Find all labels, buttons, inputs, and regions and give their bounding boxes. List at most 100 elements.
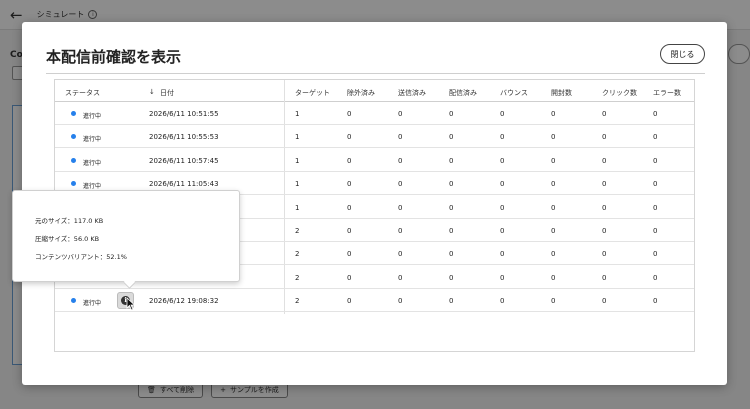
status-dot bbox=[71, 181, 76, 187]
header-target[interactable]: ターゲット bbox=[295, 88, 330, 98]
clicks-cell: 0 bbox=[602, 156, 607, 165]
bounce-cell: 0 bbox=[500, 110, 505, 118]
opens-cell: 0 bbox=[551, 110, 556, 118]
excluded-cell: 0 bbox=[347, 227, 352, 235]
target-cell: 1 bbox=[295, 133, 300, 142]
header-errors[interactable]: エラー数 bbox=[653, 88, 681, 98]
opens-cell: 0 bbox=[551, 180, 556, 189]
errors-cell: 0 bbox=[653, 273, 658, 282]
clicks-cell: 0 bbox=[602, 180, 607, 189]
clicks-cell: 0 bbox=[602, 133, 607, 142]
table-header: ステータス ↓ 日付 ターゲット 除外済み 送信済み 配信済み バウンス 開封数… bbox=[55, 80, 694, 102]
bounce-cell: 0 bbox=[500, 180, 505, 189]
delivered-cell: 0 bbox=[449, 156, 454, 165]
status-label: 進行中 bbox=[83, 113, 102, 120]
original-size: 元のサイズ：117.0 KB bbox=[35, 217, 104, 225]
close-button[interactable]: 閉じる bbox=[660, 44, 705, 64]
delivered-cell: 0 bbox=[449, 227, 454, 235]
header-date[interactable]: 日付 bbox=[160, 88, 174, 98]
clicks-cell: 0 bbox=[602, 273, 607, 282]
opens-cell: 0 bbox=[551, 297, 556, 306]
target-cell: 2 bbox=[295, 273, 300, 282]
bounce-cell: 0 bbox=[500, 227, 505, 235]
excluded-cell: 0 bbox=[347, 133, 352, 142]
bounce-cell: 0 bbox=[500, 273, 505, 282]
target-cell: 1 bbox=[295, 156, 300, 165]
table-row[interactable]: 進行中 2026/6/11 10:51:55 1 0 0 0 0 0 0 0 bbox=[55, 102, 694, 125]
delivered-cell: 0 bbox=[449, 110, 454, 118]
errors-cell: 0 bbox=[653, 250, 658, 259]
divider bbox=[46, 73, 705, 74]
status-dot bbox=[71, 298, 76, 304]
excluded-cell: 0 bbox=[347, 110, 352, 118]
target-cell: 2 bbox=[295, 250, 300, 259]
clicks-cell: 0 bbox=[602, 110, 607, 118]
header-clicks[interactable]: クリック数 bbox=[602, 88, 637, 98]
errors-cell: 0 bbox=[653, 203, 658, 212]
header-delivered[interactable]: 配信済み bbox=[449, 88, 477, 98]
opens-cell: 0 bbox=[551, 156, 556, 165]
excluded-cell: 0 bbox=[347, 297, 352, 306]
header-bounce[interactable]: バウンス bbox=[500, 88, 528, 98]
clicks-cell: 0 bbox=[602, 227, 607, 235]
compressed-size: 圧縮サイズ：56.0 KB bbox=[35, 235, 100, 243]
date-cell: 2026/6/12 19:08:32 bbox=[149, 297, 219, 306]
delivered-cell: 0 bbox=[449, 133, 454, 142]
sent-cell: 0 bbox=[398, 273, 403, 282]
status-dot bbox=[71, 134, 76, 140]
delivered-cell: 0 bbox=[449, 180, 454, 189]
status-label: 進行中 bbox=[83, 183, 102, 191]
sent-cell: 0 bbox=[398, 203, 403, 212]
opens-cell: 0 bbox=[551, 250, 556, 259]
date-cell: 2026/6/11 10:57:45 bbox=[149, 156, 219, 165]
target-cell: 2 bbox=[295, 227, 300, 235]
opens-cell: 0 bbox=[551, 203, 556, 212]
target-cell: 1 bbox=[295, 203, 300, 212]
status-label: 進行中 bbox=[83, 159, 102, 167]
header-excluded[interactable]: 除外済み bbox=[347, 88, 375, 98]
size-info-popover: 元のサイズ：117.0 KB 圧縮サイズ：56.0 KB コンテンツバリアント：… bbox=[12, 190, 240, 289]
header-opens[interactable]: 開封数 bbox=[551, 88, 572, 98]
errors-cell: 0 bbox=[653, 227, 658, 235]
date-cell: 2026/6/11 11:05:43 bbox=[149, 180, 219, 189]
opens-cell: 0 bbox=[551, 273, 556, 282]
target-cell: 1 bbox=[295, 110, 300, 118]
status-label: 進行中 bbox=[83, 136, 102, 144]
header-status[interactable]: ステータス bbox=[65, 88, 100, 98]
errors-cell: 0 bbox=[653, 297, 658, 306]
date-cell: 2026/6/11 10:51:55 bbox=[149, 110, 219, 118]
excluded-cell: 0 bbox=[347, 273, 352, 282]
header-sent[interactable]: 送信済み bbox=[398, 88, 426, 98]
sent-cell: 0 bbox=[398, 227, 403, 235]
target-cell: 1 bbox=[295, 180, 300, 189]
delivered-cell: 0 bbox=[449, 203, 454, 212]
bounce-cell: 0 bbox=[500, 156, 505, 165]
table-row[interactable]: 進行中 2026/6/12 19:08:32 i 2 0 0 0 0 0 0 0 bbox=[55, 289, 694, 313]
excluded-cell: 0 bbox=[347, 203, 352, 212]
sent-cell: 0 bbox=[398, 110, 403, 118]
table-row[interactable]: 進行中 2026/6/11 10:55:53 1 0 0 0 0 0 0 0 bbox=[55, 125, 694, 149]
delivered-cell: 0 bbox=[449, 273, 454, 282]
table-row[interactable]: 進行中 2026/6/11 10:57:45 1 0 0 0 0 0 0 0 bbox=[55, 149, 694, 172]
bounce-cell: 0 bbox=[500, 203, 505, 212]
bounce-cell: 0 bbox=[500, 250, 505, 259]
clicks-cell: 0 bbox=[602, 203, 607, 212]
errors-cell: 0 bbox=[653, 110, 658, 118]
excluded-cell: 0 bbox=[347, 250, 352, 259]
sent-cell: 0 bbox=[398, 297, 403, 306]
target-cell: 2 bbox=[295, 297, 300, 306]
errors-cell: 0 bbox=[653, 133, 658, 142]
errors-cell: 0 bbox=[653, 180, 658, 189]
status-dot bbox=[71, 111, 76, 116]
arrow-down-icon[interactable]: ↓ bbox=[149, 88, 155, 96]
content-variant: コンテンツバリアント：52.1% bbox=[35, 253, 127, 261]
mouse-cursor-icon bbox=[126, 297, 136, 311]
bounce-cell: 0 bbox=[500, 297, 505, 306]
opens-cell: 0 bbox=[551, 227, 556, 235]
status-dot bbox=[71, 157, 76, 163]
excluded-cell: 0 bbox=[347, 156, 352, 165]
sent-cell: 0 bbox=[398, 133, 403, 142]
bounce-cell: 0 bbox=[500, 133, 505, 142]
clicks-cell: 0 bbox=[602, 297, 607, 306]
delivered-cell: 0 bbox=[449, 297, 454, 306]
